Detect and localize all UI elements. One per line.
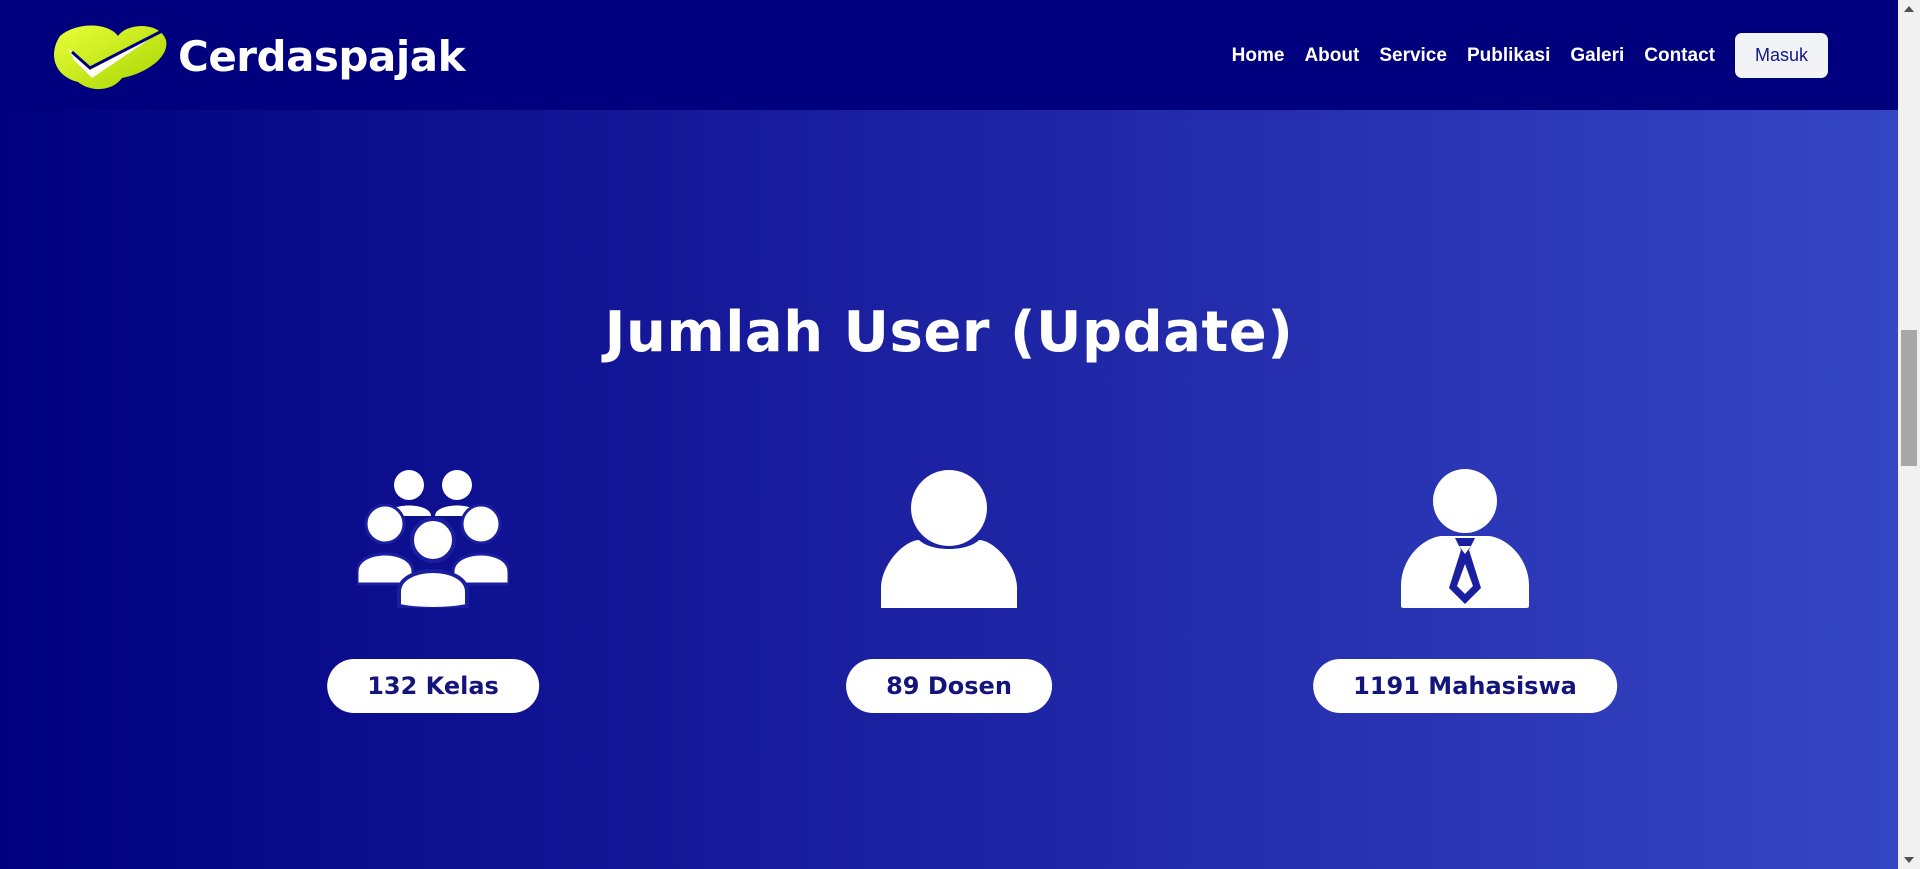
vertical-scrollbar[interactable] (1898, 0, 1920, 869)
group-users-icon (357, 470, 509, 608)
stat-dosen-label: 89 Dosen (846, 659, 1052, 713)
brand-logo[interactable]: Cerdaspajak (48, 18, 468, 94)
login-button[interactable]: Masuk (1734, 33, 1828, 78)
nav-link-home[interactable]: Home (1232, 45, 1285, 67)
nav-link-publikasi[interactable]: Publikasi (1467, 45, 1550, 67)
section-title: Jumlah User (Update) (604, 299, 1294, 365)
stat-kelas-label: 132 Kelas (327, 659, 539, 713)
nav-link-galeri[interactable]: Galeri (1570, 45, 1624, 67)
stat-mahasiswa-label: 1191 Mahasiswa (1313, 659, 1617, 713)
user-tie-icon (1401, 469, 1529, 608)
nav-link-service[interactable]: Service (1379, 45, 1447, 67)
scroll-thumb[interactable] (1901, 330, 1917, 466)
navbar: Cerdaspajak Home About Service Publikasi… (0, 0, 1898, 110)
scroll-up-icon[interactable] (1904, 6, 1914, 12)
user-icon (881, 470, 1017, 608)
nav-link-contact[interactable]: Contact (1644, 45, 1715, 67)
brand-name: Cerdaspajak (178, 32, 466, 81)
nav-link-about[interactable]: About (1304, 45, 1359, 67)
page-background: Cerdaspajak Home About Service Publikasi… (0, 0, 1898, 869)
nav-menu: Home About Service Publikasi Galeri Cont… (1232, 33, 1828, 78)
check-mark-logo-icon (54, 20, 194, 90)
scroll-down-icon[interactable] (1904, 857, 1914, 863)
